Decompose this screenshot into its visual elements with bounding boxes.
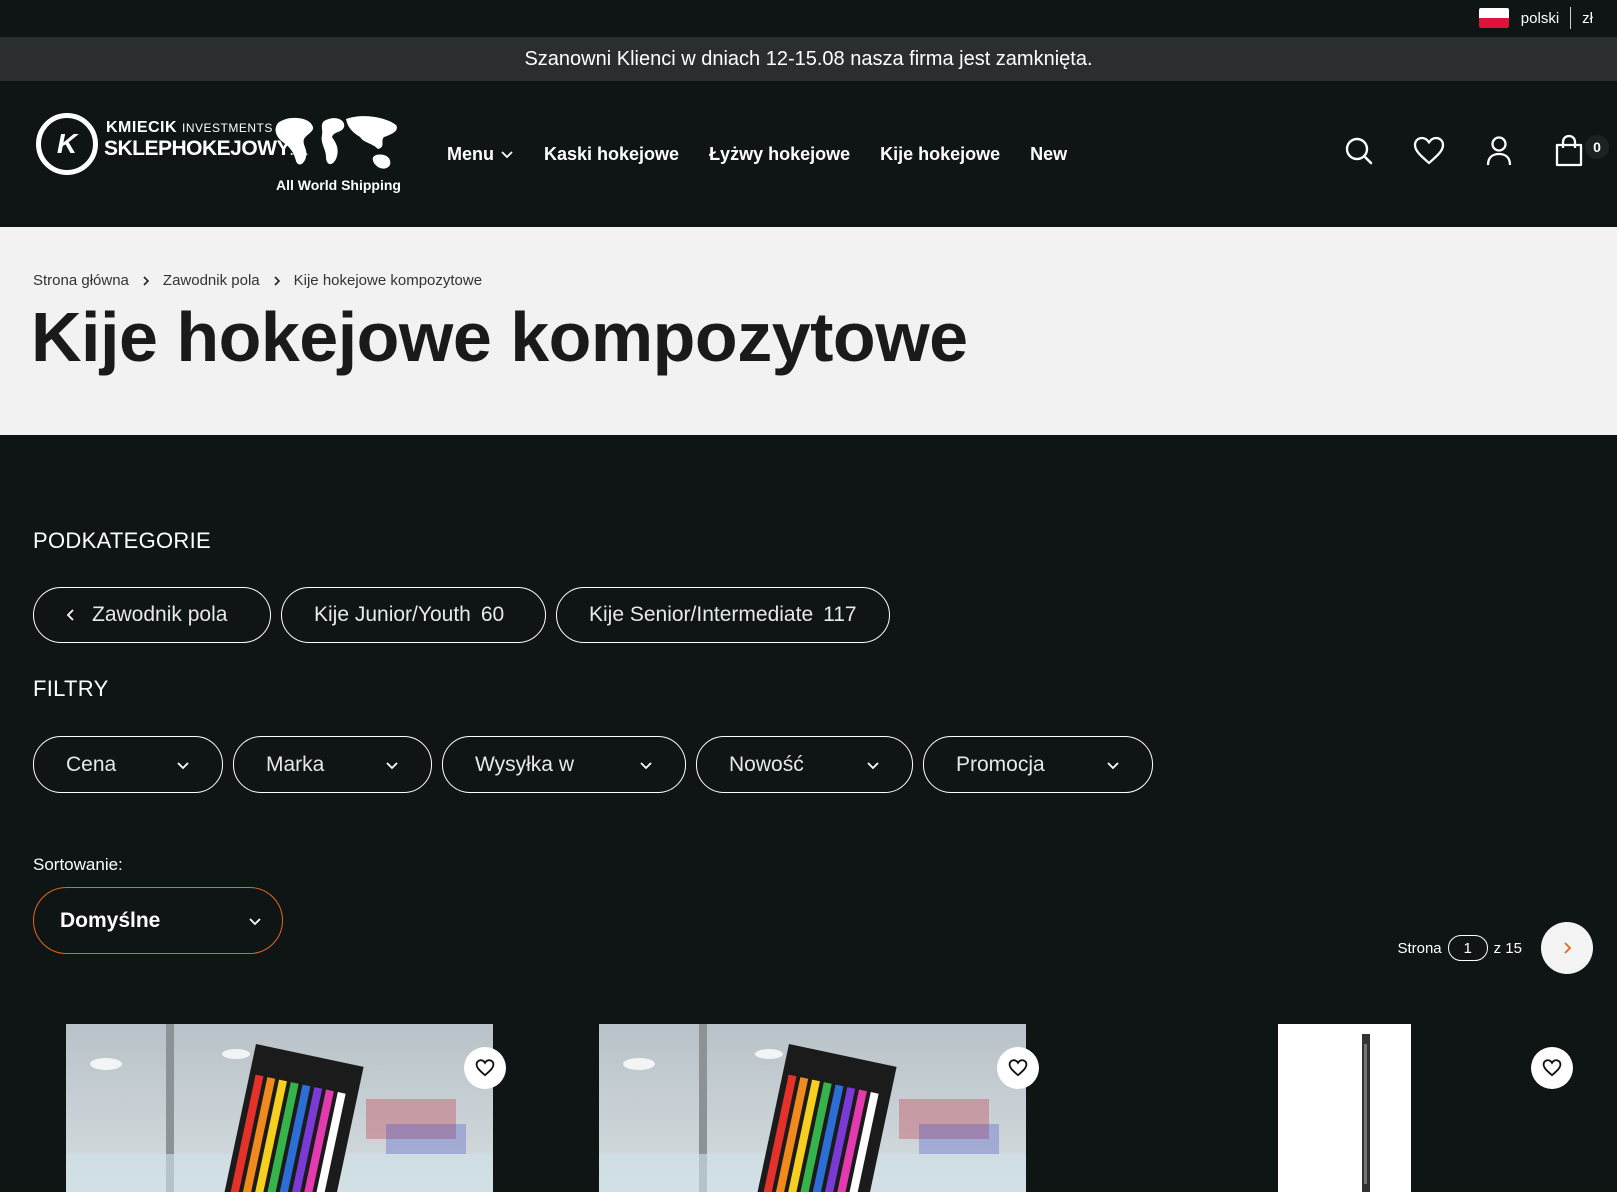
nav-menu-label: Menu bbox=[447, 143, 494, 164]
filter-list: Cena Marka Wysyłka w Nowość Promocja bbox=[33, 736, 1163, 793]
heart-icon bbox=[475, 1059, 495, 1077]
product-image[interactable] bbox=[599, 1024, 1026, 1192]
logo-mark: K bbox=[36, 113, 98, 175]
cart-button[interactable]: 0 bbox=[1549, 131, 1609, 171]
sort-value: Domyślne bbox=[60, 908, 161, 932]
breadcrumb-current: Kije hokejowe kompozytowe bbox=[293, 272, 483, 289]
filter-label: Cena bbox=[66, 752, 117, 776]
cart-count-badge: 0 bbox=[1585, 135, 1609, 159]
language-currency-switcher[interactable]: polski zł bbox=[1478, 6, 1593, 30]
header-actions: 0 bbox=[1309, 131, 1609, 171]
page-title: Kije hokejowe kompozytowe bbox=[31, 298, 968, 376]
filter-shipping[interactable]: Wysyłka w bbox=[442, 736, 686, 793]
wishlist-button[interactable] bbox=[1409, 131, 1449, 171]
poland-flag-icon bbox=[1478, 8, 1509, 28]
chevron-down-icon bbox=[1107, 761, 1119, 769]
chevron-down-icon bbox=[867, 761, 879, 769]
logo-tagline: All World Shipping bbox=[276, 177, 401, 193]
chevron-right-icon bbox=[272, 275, 282, 287]
pagination-prefix: Strona bbox=[1397, 939, 1442, 957]
account-button[interactable] bbox=[1479, 131, 1519, 171]
nav-menu[interactable]: Menu bbox=[447, 144, 514, 165]
currency-label[interactable]: zł bbox=[1582, 10, 1593, 27]
page-number-input[interactable]: 1 bbox=[1447, 935, 1488, 961]
announcement-text: Szanowni Klienci w dniach 12-15.08 nasza… bbox=[524, 47, 1093, 70]
language-label[interactable]: polski bbox=[1521, 10, 1559, 27]
world-map-icon bbox=[275, 116, 397, 169]
search-button[interactable] bbox=[1339, 131, 1379, 171]
filter-label: Promocja bbox=[956, 752, 1045, 776]
announcement-bar: Szanowni Klienci w dniach 12-15.08 nasza… bbox=[0, 37, 1617, 81]
cart-icon bbox=[1555, 134, 1583, 167]
pagination: Strona 1 z 15 bbox=[1397, 935, 1522, 961]
breadcrumb-home[interactable]: Strona główna bbox=[33, 272, 129, 289]
subcategory-back-label: Zawodnik pola bbox=[92, 603, 228, 626]
chevron-right-icon bbox=[141, 275, 151, 287]
subcategory-count: 117 bbox=[823, 603, 857, 626]
next-page-button[interactable] bbox=[1541, 922, 1593, 974]
search-icon bbox=[1345, 137, 1373, 165]
subcategory-chip-senior[interactable]: Kije Senior/Intermediate 117 bbox=[556, 587, 890, 643]
subcategory-chip-junior[interactable]: Kije Junior/Youth 60 bbox=[281, 587, 546, 643]
subcategory-label: Kije Senior/Intermediate bbox=[589, 603, 814, 626]
subcategory-label: Kije Junior/Youth bbox=[314, 603, 471, 626]
sort-label: Sortowanie: bbox=[33, 855, 123, 874]
product-image[interactable] bbox=[66, 1024, 493, 1192]
filters-heading: FILTRY bbox=[33, 676, 109, 701]
heart-icon bbox=[1542, 1059, 1562, 1077]
filter-new[interactable]: Nowość bbox=[696, 736, 913, 793]
subcategories-heading: PODKATEGORIE bbox=[33, 528, 211, 553]
chevron-left-icon bbox=[66, 608, 76, 622]
breadcrumb: Strona główna Zawodnik pola Kije hokejow… bbox=[33, 272, 482, 289]
heart-icon bbox=[1008, 1059, 1028, 1077]
main-nav: Menu Kaski hokejowe Łyżwy hokejowe Kije … bbox=[447, 81, 1097, 227]
nav-new[interactable]: New bbox=[1030, 144, 1067, 165]
logo-line1: KMIECIK INVESTMENTS bbox=[106, 119, 273, 136]
filter-label: Nowość bbox=[729, 752, 804, 776]
chevron-down-icon bbox=[501, 151, 513, 159]
add-to-wishlist-button[interactable] bbox=[997, 1047, 1039, 1089]
chevron-right-icon bbox=[1564, 942, 1572, 954]
chevron-down-icon bbox=[386, 761, 398, 769]
chevron-down-icon bbox=[249, 917, 261, 925]
subcategory-count: 60 bbox=[480, 603, 505, 626]
filter-label: Marka bbox=[266, 752, 325, 776]
user-icon bbox=[1486, 136, 1512, 166]
nav-kije[interactable]: Kije hokejowe bbox=[880, 144, 1000, 165]
product-image[interactable] bbox=[1278, 1024, 1411, 1192]
add-to-wishlist-button[interactable] bbox=[1531, 1047, 1573, 1089]
chevron-down-icon bbox=[640, 761, 652, 769]
filter-promo[interactable]: Promocja bbox=[923, 736, 1153, 793]
filter-price[interactable]: Cena bbox=[33, 736, 223, 793]
filter-brand[interactable]: Marka bbox=[233, 736, 432, 793]
nav-lyzwy[interactable]: Łyżwy hokejowe bbox=[709, 144, 850, 165]
heart-icon bbox=[1413, 136, 1445, 165]
category-hero: Strona główna Zawodnik pola Kije hokejow… bbox=[0, 227, 1617, 435]
subcategory-list: Zawodnik pola Kije Junior/Youth 60 Kije … bbox=[33, 587, 900, 643]
add-to-wishlist-button[interactable] bbox=[464, 1047, 506, 1089]
divider bbox=[1570, 7, 1572, 29]
sort-select[interactable]: Domyślne bbox=[33, 887, 283, 954]
pagination-total: z 15 bbox=[1493, 939, 1522, 957]
site-header: K KMIECIK INVESTMENTS SKLEPHOKEJOWY.PL A… bbox=[0, 81, 1617, 227]
chevron-down-icon bbox=[177, 761, 189, 769]
filter-label: Wysyłka w bbox=[475, 752, 574, 776]
breadcrumb-zawodnik[interactable]: Zawodnik pola bbox=[163, 272, 260, 289]
nav-kaski[interactable]: Kaski hokejowe bbox=[544, 144, 679, 165]
top-bar: polski zł bbox=[0, 0, 1617, 37]
store-logo[interactable]: K KMIECIK INVESTMENTS SKLEPHOKEJOWY.PL A… bbox=[36, 109, 406, 201]
subcategory-back-chip[interactable]: Zawodnik pola bbox=[33, 587, 271, 643]
